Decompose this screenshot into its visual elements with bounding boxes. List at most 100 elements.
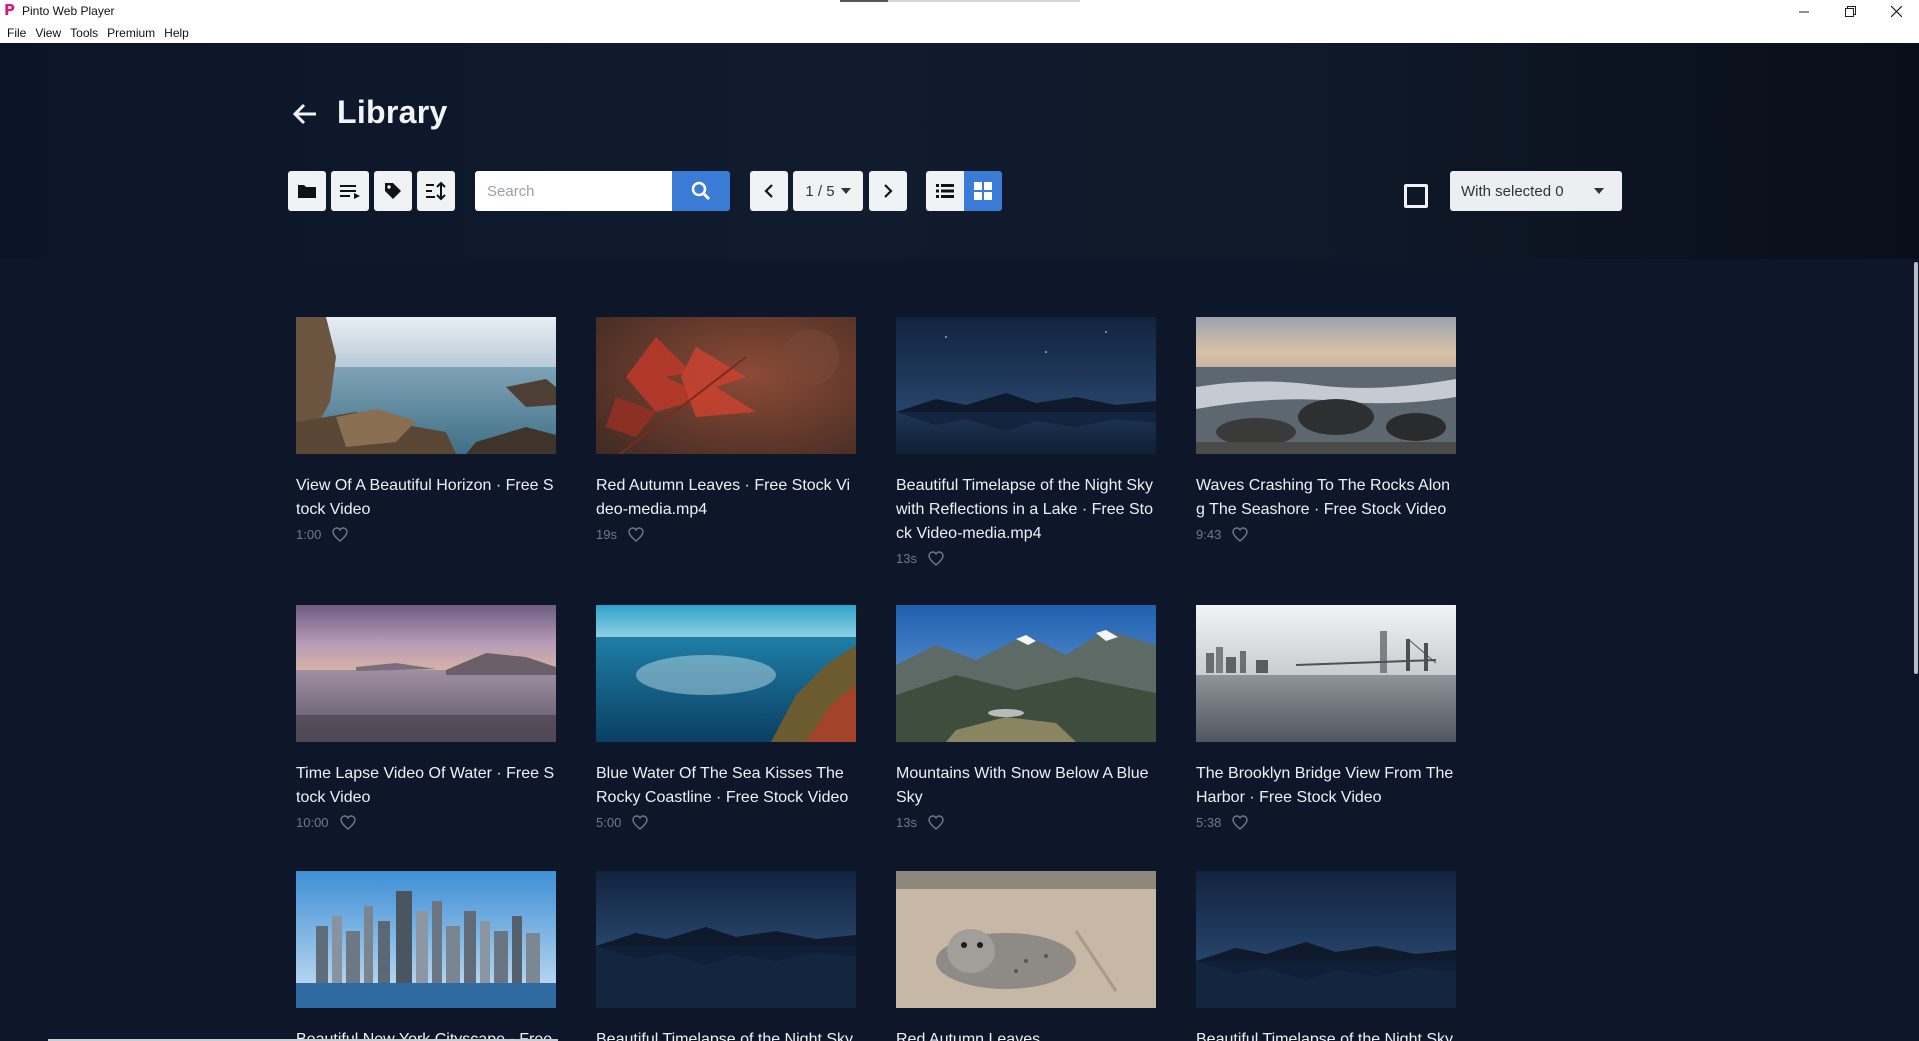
open-folder-button[interactable] [288, 171, 326, 211]
close-button[interactable] [1873, 0, 1919, 23]
media-thumbnail[interactable] [596, 871, 856, 1008]
media-duration: 1:00 [296, 526, 322, 542]
media-card[interactable]: Red Autumn Leaves · Free Stock Video-med… [596, 317, 856, 544]
scrollbar-thumb[interactable] [1914, 262, 1918, 674]
media-thumbnail[interactable] [596, 317, 856, 454]
media-thumbnail[interactable] [896, 871, 1156, 1008]
media-meta: 9:43 [1196, 524, 1456, 544]
grid-view-icon [974, 182, 992, 200]
window-title: Pinto Web Player [22, 4, 115, 18]
heart-icon [1232, 526, 1249, 542]
media-thumbnail[interactable] [296, 317, 556, 454]
media-thumbnail[interactable] [1196, 871, 1456, 1008]
search-input[interactable] [475, 171, 672, 211]
playlist-icon [340, 185, 360, 199]
media-title[interactable]: Waves Crashing To The Rocks Along The Se… [1196, 474, 1456, 522]
media-duration: 10:00 [296, 814, 329, 830]
menu-help[interactable]: Help [164, 24, 189, 42]
media-thumbnail[interactable] [296, 871, 556, 1008]
caret-down-icon [840, 188, 851, 194]
media-title[interactable]: Red Autumn Leaves · Free Stock Video-med… [596, 474, 856, 522]
media-card[interactable]: Time Lapse Video Of Water · Free Stock V… [296, 605, 556, 832]
media-thumbnail[interactable] [596, 605, 856, 742]
media-meta: 13s [896, 548, 1156, 568]
media-thumbnail[interactable] [896, 605, 1156, 742]
favorite-button[interactable] [1231, 813, 1249, 831]
media-card[interactable]: Beautiful Timelapse of the Night Sky [596, 871, 856, 1041]
favorite-button[interactable] [331, 525, 349, 543]
sort-icon [426, 181, 446, 201]
media-thumbnail[interactable] [1196, 317, 1456, 454]
heart-icon [632, 814, 649, 830]
menu-view[interactable]: View [35, 24, 61, 42]
tags-button[interactable] [374, 171, 412, 211]
list-view-icon [936, 184, 954, 198]
library-grid-area[interactable]: View Of A Beautiful Horizon · Free Stock… [0, 259, 1910, 1041]
minimize-icon [1799, 11, 1809, 12]
menu-tools[interactable]: Tools [70, 24, 98, 42]
media-thumbnail[interactable] [1196, 605, 1456, 742]
menu-premium[interactable]: Premium [107, 24, 155, 42]
bulk-action-select[interactable]: With selected 0 [1450, 171, 1622, 211]
search-button[interactable] [672, 171, 730, 211]
media-card[interactable]: Red Autumn Leaves [896, 871, 1156, 1041]
media-card[interactable]: View Of A Beautiful Horizon · Free Stock… [296, 317, 556, 544]
media-thumbnail[interactable] [896, 317, 1156, 454]
page-title: Library [337, 94, 448, 130]
restore-button[interactable] [1827, 0, 1873, 23]
restore-icon [1844, 6, 1856, 17]
minimize-button[interactable] [1781, 0, 1827, 23]
media-thumbnail[interactable] [296, 605, 556, 742]
library-header [0, 43, 1919, 259]
media-title[interactable]: Beautiful Timelapse of the Night Sky [1196, 1028, 1456, 1041]
heart-icon [1232, 814, 1249, 830]
media-duration: 13s [896, 814, 917, 830]
favorite-button[interactable] [339, 813, 357, 831]
arrow-left-icon [292, 103, 316, 125]
media-meta: 5:38 [1196, 812, 1456, 832]
media-card[interactable]: Waves Crashing To The Rocks Along The Se… [1196, 317, 1456, 544]
heart-icon [928, 814, 944, 830]
media-card[interactable]: Mountains With Snow Below A Blue Sky 13s [896, 605, 1156, 832]
media-card[interactable]: Beautiful New York Cityscape · Free Stoc… [296, 871, 556, 1041]
grid-view-button[interactable] [964, 171, 1002, 211]
media-title[interactable]: View Of A Beautiful Horizon · Free Stock… [296, 474, 556, 522]
page-indicator: 1 / 5 [805, 182, 835, 200]
favorite-button[interactable] [627, 525, 645, 543]
bulk-action-label: With selected 0 [1461, 182, 1564, 200]
heart-icon [928, 550, 944, 566]
favorite-button[interactable] [927, 813, 945, 831]
media-title[interactable]: Red Autumn Leaves [896, 1028, 1156, 1041]
next-page-button[interactable] [869, 171, 907, 211]
media-title[interactable]: Mountains With Snow Below A Blue Sky [896, 762, 1156, 810]
menu-bar: File View Tools Premium Help [0, 23, 1919, 43]
previous-page-button[interactable] [750, 171, 788, 211]
title-bar[interactable]: P Pinto Web Player [0, 0, 1919, 23]
select-all-checkbox[interactable] [1404, 184, 1428, 208]
media-card[interactable]: The Brooklyn Bridge View From The Harbor… [1196, 605, 1456, 832]
playlist-button[interactable] [331, 171, 369, 211]
back-button[interactable] [290, 99, 320, 129]
app-logo-icon: P [4, 1, 15, 19]
media-card[interactable]: Blue Water Of The Sea Kisses The Rocky C… [596, 605, 856, 832]
media-duration: 9:43 [1196, 526, 1222, 542]
favorite-button[interactable] [927, 549, 945, 567]
favorite-button[interactable] [1231, 525, 1249, 543]
favorite-button[interactable] [631, 813, 649, 831]
close-icon [1890, 6, 1902, 17]
media-title[interactable]: Beautiful Timelapse of the Night Sky [596, 1028, 856, 1041]
caret-down-icon [1594, 188, 1604, 194]
heart-icon [339, 814, 356, 830]
sort-button[interactable] [417, 171, 455, 211]
media-title[interactable]: Time Lapse Video Of Water · Free Stock V… [296, 762, 556, 810]
media-card[interactable]: Beautiful Timelapse of the Night Sky wit… [896, 317, 1156, 568]
media-meta: 19s [596, 524, 856, 544]
page-select[interactable]: 1 / 5 [793, 171, 863, 211]
media-title[interactable]: Blue Water Of The Sea Kisses The Rocky C… [596, 762, 856, 810]
media-title[interactable]: Beautiful Timelapse of the Night Sky wit… [896, 474, 1156, 546]
heart-icon [628, 526, 644, 542]
media-title[interactable]: The Brooklyn Bridge View From The Harbor… [1196, 762, 1456, 810]
media-card[interactable]: Beautiful Timelapse of the Night Sky [1196, 871, 1456, 1041]
menu-file[interactable]: File [7, 24, 26, 42]
list-view-button[interactable] [926, 171, 964, 211]
